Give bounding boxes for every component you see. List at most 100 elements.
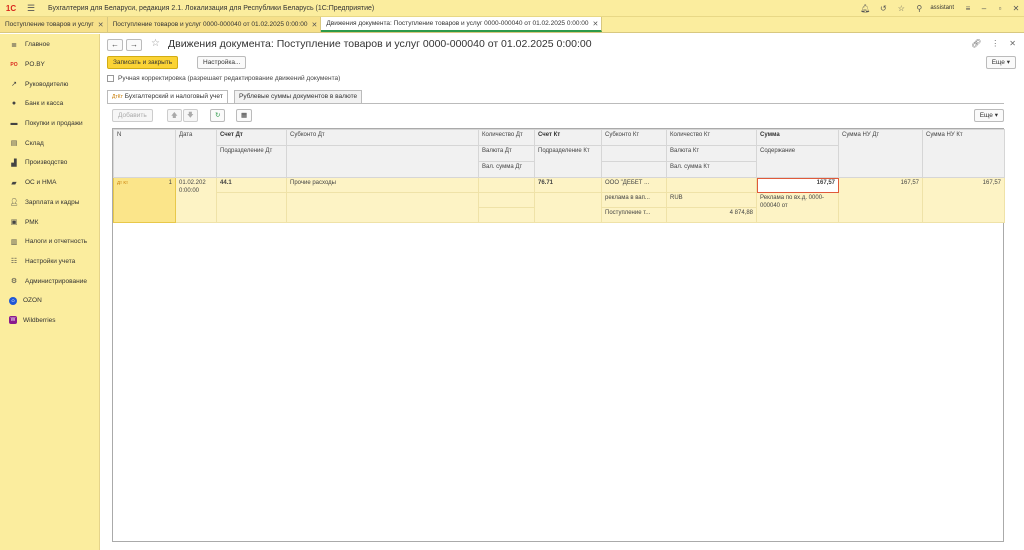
col-header-qty-dt[interactable]: Количество Дт xyxy=(478,129,535,146)
col-header-cur-kt[interactable]: Валюта Кт xyxy=(666,145,757,162)
close-tab-icon[interactable]: ✕ xyxy=(311,21,317,29)
col-header-acc-dt[interactable]: Счет Дт xyxy=(216,129,287,146)
sidebar-item-ozon[interactable]: O OZON xyxy=(0,291,99,311)
move-up-button[interactable]: 🡅 xyxy=(167,109,182,122)
sidebar-item-wildberries[interactable]: W Wildberries xyxy=(0,311,99,331)
row-acc-kt[interactable]: 76.71 xyxy=(534,177,602,193)
refresh-icon: ↻ xyxy=(215,112,221,119)
row-date[interactable]: 01.02.202 0:00:00 xyxy=(175,177,217,223)
col-header-acc-kt[interactable]: Счет Кт xyxy=(534,129,602,146)
sidebar-item-warehouse[interactable]: ▤ Склад xyxy=(0,133,99,153)
col-header-cur-sum-kt[interactable]: Вал. сумма Кт xyxy=(666,161,757,178)
back-button[interactable]: ← xyxy=(107,39,123,51)
sidebar-item-rmk[interactable]: ▣ РМК xyxy=(0,212,99,232)
col-header-date[interactable]: Дата xyxy=(175,129,217,178)
more-button[interactable]: Еще ▾ xyxy=(985,56,1016,69)
sidebar-item-salary[interactable]: 👤︎ Зарплата и кадры xyxy=(0,193,99,213)
main-menu-icon[interactable]: ☰ xyxy=(22,3,40,14)
row-subconto-dt-2[interactable] xyxy=(286,192,479,223)
window-tab-document-movements[interactable]: Движения документа: Поступление товаров … xyxy=(321,17,603,32)
sidebar-item-label: Банк и касса xyxy=(25,100,64,108)
sidebar-item-fixed-assets[interactable]: ▰ ОС и НМА xyxy=(0,173,99,193)
sidebar-item-po-by[interactable]: PO PO.BY xyxy=(0,55,99,75)
sidebar-item-taxes[interactable]: ▥ Налоги и отчетность xyxy=(0,232,99,252)
tab-ruble-sums[interactable]: Рублевые суммы документов в валюте xyxy=(234,90,363,103)
document-movements-form: ← → ☆ Движения документа: Поступление то… xyxy=(101,34,1024,550)
table-row[interactable]: Дт Кт 1 01.02.202 0:00:00 44.1 Прочие ра… xyxy=(113,177,1005,223)
col-header-subconto-kt[interactable]: Субконто Кт xyxy=(601,129,667,146)
row-subconto-dt-1[interactable]: Прочие расходы xyxy=(286,177,479,193)
row-cur-kt[interactable]: RUB xyxy=(666,192,757,208)
1c-logo-icon: 1С xyxy=(5,3,17,13)
close-tab-icon[interactable]: ✕ xyxy=(98,21,104,29)
col-header-cur-sum-dt[interactable]: Вал. сумма Дт xyxy=(478,161,535,178)
col-header-n[interactable]: N xyxy=(113,129,176,178)
row-cur-sum-kt[interactable]: 4 874,88 xyxy=(666,207,757,223)
sidebar-item-label: Производство xyxy=(25,159,68,167)
restore-icon[interactable]: ▫ xyxy=(992,4,1008,13)
row-cur-sum-dt[interactable] xyxy=(478,207,535,223)
history-icon[interactable]: ↺ xyxy=(874,4,892,13)
row-content[interactable]: Реклама по вх.д. 0000-000040 от xyxy=(756,192,839,223)
sidebar-item-bank[interactable]: ● Банк и касса xyxy=(0,94,99,114)
row-cur-dt[interactable] xyxy=(478,192,535,208)
forward-button[interactable]: → xyxy=(126,39,142,51)
search-icon[interactable]: ⚲ xyxy=(910,4,928,13)
row-subdiv-kt[interactable] xyxy=(534,192,602,223)
col-header-subconto-dt[interactable]: Субконто Дт xyxy=(286,129,479,146)
sidebar-item-administration[interactable]: ⚙ Администрирование xyxy=(0,271,99,291)
row-qty-kt[interactable] xyxy=(666,177,757,193)
row-qty-dt[interactable] xyxy=(478,177,535,193)
favorites-star-icon[interactable]: ☆ xyxy=(892,4,910,13)
bell-icon[interactable]: 🔔︎ xyxy=(856,4,874,13)
sidebar-item-label: Покупки и продажи xyxy=(25,120,83,128)
minimize-icon[interactable]: – xyxy=(976,4,992,13)
window-tab-label: Поступление товаров и услуг 0000-000040 … xyxy=(112,21,308,28)
row-number-cell[interactable]: Дт Кт 1 xyxy=(113,177,176,223)
window-tab-receipts-list[interactable]: Поступление товаров и услуг ✕ xyxy=(0,17,108,32)
close-tab-icon[interactable]: ✕ xyxy=(593,20,599,28)
sidebar-item-manager[interactable]: ↗ Руководителю xyxy=(0,74,99,94)
close-form-icon[interactable]: ✕ xyxy=(1009,39,1016,48)
sidebar-item-purchases-sales[interactable]: ▬ Покупки и продажи xyxy=(0,114,99,134)
manual-adjustment-checkbox[interactable] xyxy=(107,75,114,82)
row-acc-dt[interactable]: 44.1 xyxy=(216,177,287,193)
sidebar-item-accounting-settings[interactable]: ☷ Настройки учета xyxy=(0,252,99,272)
settings-lines-icon[interactable]: ≡ xyxy=(960,4,976,13)
row-sum-nu-dt[interactable]: 167,57 xyxy=(838,177,923,223)
row-subdiv-dt[interactable] xyxy=(216,192,287,223)
row-subconto-kt-2[interactable]: реклама в вап... xyxy=(601,192,667,208)
save-and-close-button[interactable]: Записать и закрыть xyxy=(107,56,179,69)
grid-more-button[interactable]: Еще ▾ xyxy=(973,109,1004,122)
move-down-button[interactable]: 🡇 xyxy=(183,109,198,122)
row-subconto-kt-1[interactable]: ООО "ДЕБЕТ ... xyxy=(601,177,667,193)
user-name[interactable]: assistant xyxy=(930,5,954,11)
refresh-button[interactable]: ↻ xyxy=(210,109,226,122)
sidebar-item-main[interactable]: ≣ Главное xyxy=(0,35,99,55)
edit-table-button[interactable]: ▦ xyxy=(236,109,253,122)
favorite-star-icon[interactable]: ☆ xyxy=(151,38,160,49)
col-header-subdiv-kt[interactable]: Подразделение Кт xyxy=(534,145,602,178)
tab-divider xyxy=(107,103,1004,104)
window-tab-receipt-document[interactable]: Поступление товаров и услуг 0000-000040 … xyxy=(107,17,322,32)
row-sum[interactable]: 167,57 xyxy=(756,177,839,193)
col-header-content[interactable]: Содержание xyxy=(756,145,839,178)
coin-icon: ● xyxy=(11,100,17,108)
link-icon[interactable]: 🔗︎ xyxy=(971,39,981,48)
col-header-sum-nu-kt[interactable]: Сумма НУ Кт xyxy=(922,129,1005,178)
app-title-bar: 1С ☰ Бухгалтерия для Беларуси, редакция … xyxy=(0,0,1024,17)
more-vertical-icon[interactable]: ⋮ xyxy=(991,39,999,48)
window-tabs: Поступление товаров и услуг ✕ Поступлени… xyxy=(0,17,1024,33)
row-sum-nu-kt[interactable]: 167,57 xyxy=(922,177,1005,223)
settings-button[interactable]: Настройка... xyxy=(197,56,247,69)
col-header-qty-kt[interactable]: Количество Кт xyxy=(666,129,757,146)
sidebar-item-production[interactable]: ▟ Производство xyxy=(0,153,99,173)
tab-accounting-tax[interactable]: ДтКт Бухгалтерский и налоговый учет xyxy=(107,90,228,104)
col-header-subdiv-dt[interactable]: Подразделение Дт xyxy=(216,145,287,178)
row-subconto-kt-3[interactable]: Поступление т... xyxy=(601,207,667,223)
close-window-icon[interactable]: ✕ xyxy=(1008,4,1024,13)
col-header-sum[interactable]: Сумма xyxy=(756,129,839,146)
col-header-cur-dt[interactable]: Валюта Дт xyxy=(478,145,535,162)
col-header-sum-nu-dt[interactable]: Сумма НУ Дт xyxy=(838,129,923,178)
add-button[interactable]: Добавить xyxy=(112,109,153,122)
